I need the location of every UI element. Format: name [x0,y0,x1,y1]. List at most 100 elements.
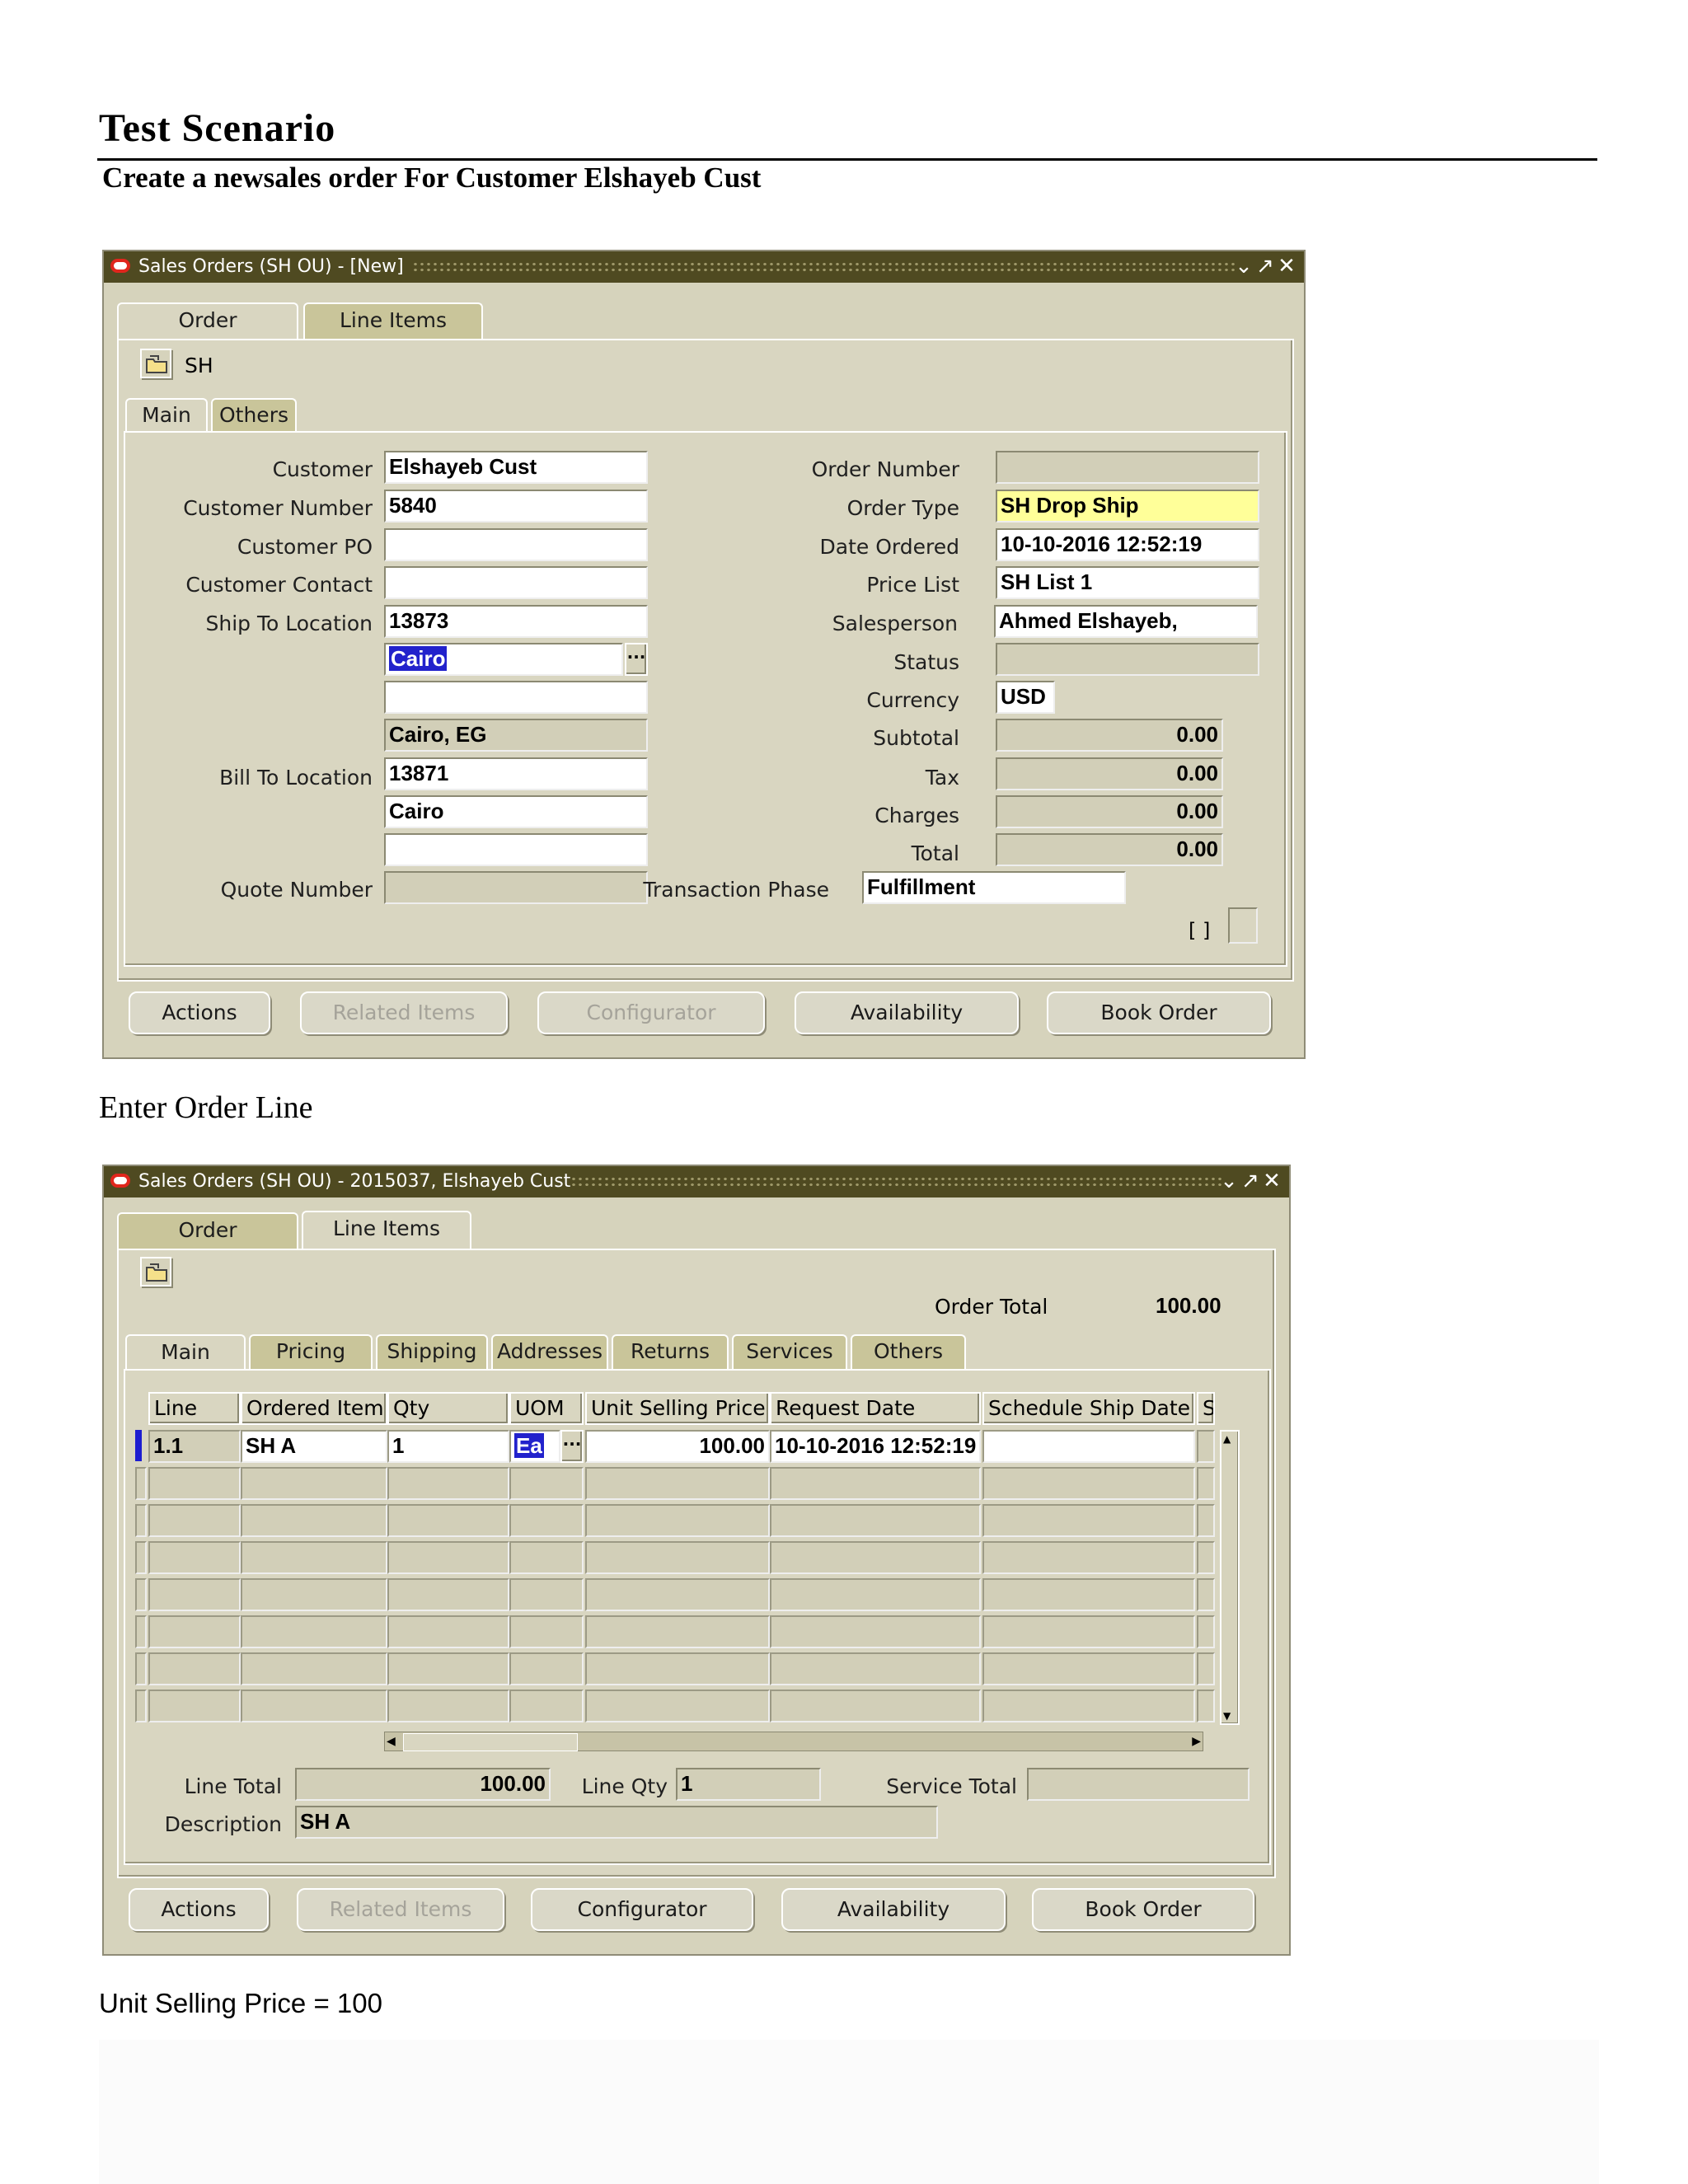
descriptive-flexfield[interactable]: [ ] [1189,919,1210,942]
close-icon[interactable]: ✕ [1261,1169,1282,1193]
empty-cell[interactable] [1197,1652,1215,1685]
date-ordered-field[interactable]: 10-10-2016 12:52:19 [996,528,1259,561]
empty-cell[interactable] [387,1578,509,1611]
configurator-button[interactable]: Configurator [531,1888,753,1931]
tab-order-information[interactable]: Order Information [117,1212,298,1275]
scroll-right-arrow-icon[interactable]: ▶ [1192,1733,1201,1750]
tab-order-information[interactable]: Order Information [117,302,298,365]
empty-cell[interactable] [1197,1541,1215,1574]
empty-cell[interactable] [770,1615,981,1648]
empty-cell[interactable] [982,1578,1195,1611]
actions-button[interactable]: Actions [129,1888,269,1931]
empty-cell[interactable] [387,1541,509,1574]
empty-cell[interactable] [585,1504,770,1537]
cell-uom[interactable]: Ea [509,1430,560,1463]
subtab-services[interactable]: Services [732,1334,847,1369]
empty-cell[interactable] [509,1615,584,1648]
empty-cell[interactable] [770,1541,981,1574]
uom-lov-button[interactable]: ··· [560,1430,584,1463]
order-type-field[interactable]: SH Drop Ship [996,490,1259,523]
empty-cell[interactable] [509,1578,584,1611]
empty-cell[interactable] [1197,1467,1215,1500]
maximize-icon[interactable]: ↗ [1240,1169,1261,1193]
minimize-icon[interactable]: ⌄ [1218,1169,1240,1193]
empty-cell[interactable] [387,1615,509,1648]
empty-cell[interactable] [387,1467,509,1500]
cell-line[interactable]: 1.1 [148,1430,241,1463]
ship-to-address-line1[interactable]: Cairo [384,643,623,676]
empty-cell[interactable] [585,1578,770,1611]
subtab-others[interactable]: Others [851,1334,966,1369]
empty-cell[interactable] [148,1467,241,1500]
subtab-addresses[interactable]: Addresses [491,1334,608,1369]
row-selector[interactable] [135,1615,147,1648]
cell-s[interactable] [1197,1430,1215,1463]
subtab-returns[interactable]: Returns [612,1334,729,1369]
customer-contact-field[interactable] [384,566,648,599]
empty-cell[interactable] [509,1541,584,1574]
availability-button[interactable]: Availability [781,1888,1006,1931]
row-selector[interactable] [135,1652,147,1685]
close-icon[interactable]: ✕ [1276,254,1297,279]
book-order-button[interactable]: Book Order [1047,991,1271,1034]
row-selector[interactable] [135,1467,147,1500]
subtab-main[interactable]: Main [125,1334,246,1371]
empty-cell[interactable] [982,1541,1195,1574]
empty-cell[interactable] [982,1652,1195,1685]
vertical-scrollbar[interactable]: ▲ ▼ [1220,1430,1240,1725]
subtab-others[interactable]: Others [211,398,297,433]
customer-number-field[interactable]: 5840 [384,490,648,523]
scroll-down-arrow-icon[interactable]: ▼ [1223,1710,1231,1722]
empty-cell[interactable] [1197,1615,1215,1648]
empty-cell[interactable] [148,1652,241,1685]
currency-field[interactable]: USD [996,681,1055,714]
row-selector[interactable] [135,1504,147,1537]
empty-cell[interactable] [241,1652,387,1685]
empty-cell[interactable] [241,1578,387,1611]
empty-cell[interactable] [509,1504,584,1537]
empty-cell[interactable] [241,1541,387,1574]
empty-cell[interactable] [770,1578,981,1611]
row-selector[interactable] [135,1541,147,1574]
availability-button[interactable]: Availability [795,991,1019,1034]
empty-cell[interactable] [387,1504,509,1537]
empty-cell[interactable] [982,1504,1195,1537]
empty-cell[interactable] [148,1541,241,1574]
flexfield-box[interactable] [1228,907,1258,944]
empty-cell[interactable] [148,1578,241,1611]
cell-request-date[interactable]: 10-10-2016 12:52:19 [770,1430,981,1463]
empty-cell[interactable] [770,1652,981,1685]
empty-cell[interactable] [509,1690,584,1722]
scroll-up-arrow-icon[interactable]: ▲ [1223,1433,1231,1445]
empty-cell[interactable] [509,1652,584,1685]
empty-cell[interactable] [770,1504,981,1537]
tab-line-items[interactable]: Line Items [302,1211,471,1249]
horizontal-scrollbar[interactable]: ◀ ▶ [384,1732,1203,1751]
empty-cell[interactable] [148,1615,241,1648]
cell-unit-selling-price[interactable]: 100.00 [585,1430,770,1463]
bill-to-address-line1[interactable]: Cairo [384,795,648,828]
empty-cell[interactable] [585,1467,770,1500]
empty-cell[interactable] [387,1690,509,1722]
empty-cell[interactable] [1197,1504,1215,1537]
empty-cell[interactable] [509,1467,584,1500]
row-selector[interactable] [135,1578,147,1611]
scroll-left-arrow-icon[interactable]: ◀ [387,1733,396,1750]
maximize-icon[interactable]: ↗ [1254,254,1276,279]
cell-qty[interactable]: 1 [387,1430,509,1463]
tab-line-items[interactable]: Line Items [303,302,483,339]
cell-schedule-ship-date[interactable] [982,1430,1195,1463]
minimize-icon[interactable]: ⌄ [1233,254,1254,279]
empty-cell[interactable] [387,1652,509,1685]
ship-to-lov-button[interactable]: ··· [625,643,648,676]
row-selector[interactable] [135,1690,147,1722]
empty-cell[interactable] [770,1467,981,1500]
scroll-thumb[interactable] [403,1733,578,1751]
empty-cell[interactable] [585,1690,770,1722]
subtab-pricing[interactable]: Pricing [249,1334,373,1369]
empty-cell[interactable] [241,1690,387,1722]
empty-cell[interactable] [241,1467,387,1500]
price-list-field[interactable]: SH List 1 [996,566,1259,599]
transaction-phase-field[interactable]: Fulfillment [862,871,1126,904]
subtab-shipping[interactable]: Shipping [376,1334,488,1369]
